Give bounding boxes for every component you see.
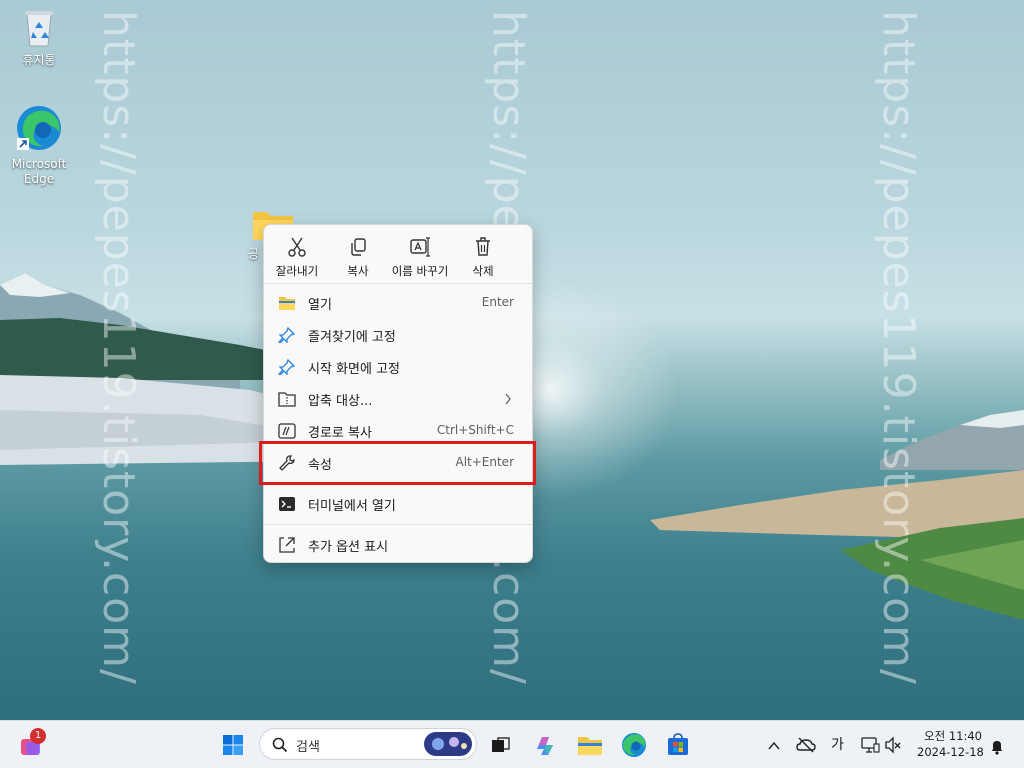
recycle-bin-icon [25,11,53,47]
chevron-right-icon [505,393,511,405]
menu-item-compress[interactable]: 압축 대상... [268,384,528,414]
highlight-box [259,441,536,485]
menu-item-open-terminal[interactable]: 터미널에서 열기 [268,489,528,519]
taskbar: 1 검색 가 오전 11:40 2024-12-18 [0,720,1024,768]
menu-separator [264,524,532,525]
copy-path-icon [278,423,296,439]
file-explorer-icon [578,737,602,755]
context-menu: 잘라내기 복사 이름 바꾸기 삭제 열기 Enter 즐겨찾기에 고정 시작 화… [263,224,533,563]
menu-item-pin-start[interactable]: 시작 화면에 고정 [268,352,528,382]
folder-open-icon [279,297,295,310]
store-icon [668,733,688,755]
windows-logo-icon [223,735,243,755]
widgets-button[interactable]: 1 [16,728,48,761]
desktop-icon-label: 휴지통 [22,53,56,67]
clock-time[interactable]: 오전 11:40 [924,728,982,744]
menu-item-label: 시작 화면에 고정 [308,362,400,377]
trash-icon [476,237,490,256]
taskbar-search-box[interactable]: 검색 [259,728,477,760]
rename-label: 이름 바꾸기 [391,264,449,278]
cut-label: 잘라내기 [275,264,319,278]
menu-item-label: 추가 옵션 표시 [308,540,389,555]
right-shore [650,470,1024,620]
volume-muted-icon[interactable] [884,736,902,754]
menu-separator [264,283,532,284]
rename-button[interactable]: 이름 바꾸기 [386,233,454,281]
notification-badge: 1 [30,728,46,744]
store-button[interactable] [662,729,694,761]
copilot-button[interactable] [529,729,561,761]
menu-item-label: 터미널에서 열기 [308,499,396,514]
pin-icon [278,327,296,343]
desktop-icon-recycle-bin[interactable]: 휴지통 [3,8,75,68]
notification-bell-icon[interactable] [989,739,1005,755]
search-placeholder: 검색 [296,740,320,755]
copy-button[interactable]: 복사 [336,233,380,281]
menu-item-shortcut: Ctrl+Shift+C [436,423,514,437]
watermark-text: https://pepes119.tistory.com/ [93,10,144,685]
delete-label: 삭제 [472,264,494,278]
delete-button[interactable]: 삭제 [462,233,504,281]
edge-icon [17,106,61,150]
menu-item-label: 압축 대상... [308,394,373,409]
menu-item-label: 즐겨찾기에 고정 [308,330,396,345]
scissors-icon [288,237,306,257]
menu-item-shortcut: Enter [481,295,514,309]
copy-icon [351,238,366,256]
edge-taskbar-button[interactable] [618,729,650,761]
zip-icon [278,392,296,407]
search-icon [272,737,288,753]
clock-date[interactable]: 2024-12-18 [917,745,984,759]
network-disconnected-icon[interactable] [796,736,816,754]
menu-item-label: 열기 [308,298,332,313]
file-explorer-button[interactable] [574,729,606,761]
pin-start-icon [278,359,296,375]
watermark-text: https://pepes119.tistory.com/ [873,10,924,685]
start-button[interactable] [217,729,249,761]
task-view-icon [492,737,510,752]
cut-button[interactable]: 잘라내기 [272,233,322,281]
search-highlight-icon [424,732,472,756]
display-icon[interactable] [860,736,880,754]
menu-item-pin-quick-access[interactable]: 즐겨찾기에 고정 [268,320,528,350]
copilot-icon [537,737,553,755]
badge-count: 1 [34,730,42,741]
menu-item-label: 경로로 복사 [308,426,372,441]
chevron-up-icon[interactable] [767,739,781,753]
ime-indicator[interactable]: 가 [831,734,844,754]
more-options-icon [279,537,295,553]
desktop-icon-label: Microsoft Edge [11,157,67,186]
copy-label: 복사 [347,264,369,278]
menu-item-more-options[interactable]: 추가 옵션 표시 [268,530,528,560]
desktop-icon-edge[interactable]: Microsoft Edge [3,104,75,187]
task-view-button[interactable] [484,729,516,761]
rename-icon [410,237,430,257]
edge-icon [622,733,646,757]
terminal-icon [279,497,295,511]
menu-item-open[interactable]: 열기 Enter [268,288,528,318]
